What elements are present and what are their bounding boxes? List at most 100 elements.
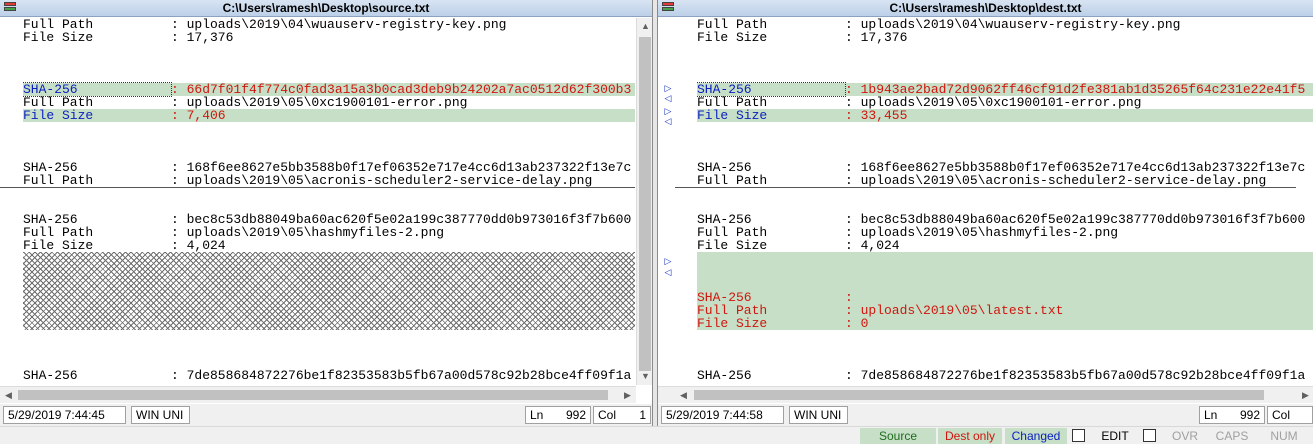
- field-value: : 4,024: [171, 238, 226, 253]
- diff-marker-icon[interactable]: ◁: [663, 267, 673, 277]
- source-status-bar: 5/29/2019 7:44:45 PM WIN UNI Ln 992 Col 1: [0, 404, 652, 426]
- blank-line[interactable]: [697, 330, 1313, 343]
- scroll-thumb[interactable]: [639, 37, 651, 371]
- ovr-checkbox[interactable]: [1143, 429, 1156, 442]
- text-line[interactable]: File Size : 4,024: [23, 239, 635, 252]
- text-line[interactable]: Full Path: uploads\2019\05\acronis-sched…: [697, 174, 1313, 187]
- field-key: File Size: [23, 108, 94, 123]
- compare-app-icon: [4, 2, 16, 14]
- text-line[interactable]: Full Path: uploads\2019\05\0xc1900101-er…: [23, 96, 635, 109]
- field-value: : 0: [845, 316, 869, 331]
- field-value: : 4,024: [845, 238, 900, 253]
- blank-line[interactable]: [697, 57, 1313, 70]
- text-line[interactable]: Full Path: uploads\2019\04\wuauserv-regi…: [697, 18, 1313, 31]
- ln-value: 992: [1239, 408, 1260, 422]
- blank-line[interactable]: [697, 343, 1313, 356]
- missing-lines-placeholder: [23, 252, 635, 330]
- scroll-thumb[interactable]: [18, 390, 608, 400]
- ovr-indicator: OVR: [1171, 429, 1198, 443]
- blank-line[interactable]: [697, 135, 1313, 148]
- blank-line[interactable]: [697, 122, 1313, 135]
- source-text-area[interactable]: Full Path: uploads\2019\04\wuauserv-regi…: [23, 18, 635, 385]
- dest-line-indicator: Ln 992: [1199, 406, 1265, 424]
- field-value: : uploads\2019\05\acronis-scheduler2-ser…: [845, 173, 1267, 188]
- field-key: Full Path: [23, 173, 94, 188]
- inserted-blank-block: [697, 252, 1313, 291]
- field-value: : 17,376: [845, 30, 908, 45]
- field-value: : 33,455: [845, 108, 908, 123]
- legend-dest-only: Dest only: [938, 428, 1002, 444]
- field-value: : uploads\2019\05\latest.txt: [845, 303, 1064, 318]
- diff-marker-icon[interactable]: ▷: [663, 83, 673, 93]
- scroll-left-arrow-icon[interactable]: ◀: [675, 387, 692, 404]
- blank-line[interactable]: [23, 122, 635, 135]
- text-line[interactable]: File Size : 0: [697, 317, 1313, 330]
- scroll-up-arrow-icon[interactable]: ▲: [637, 18, 652, 35]
- scroll-left-arrow-icon[interactable]: ◀: [0, 387, 17, 404]
- ln-label: Ln: [530, 408, 544, 422]
- blank-line[interactable]: [23, 187, 635, 200]
- text-line[interactable]: File Size: 7,406: [23, 109, 635, 122]
- source-encoding: WIN UNI: [131, 406, 190, 424]
- file-compare-window: C:\Users\ramesh\Desktop\source.txt Full …: [0, 0, 1313, 444]
- blank-line[interactable]: [697, 44, 1313, 57]
- field-key: File Size: [697, 30, 768, 45]
- dest-text-area[interactable]: Full Path: uploads\2019\04\wuauserv-regi…: [697, 18, 1313, 385]
- edit-label: EDIT: [1101, 429, 1129, 443]
- text-line[interactable]: Full Path: uploads\2019\05\latest.txt: [697, 304, 1313, 317]
- text-line[interactable]: Full Path: uploads\2019\04\wuauserv-regi…: [23, 18, 635, 31]
- text-line[interactable]: SHA-256 : 7de858684872276be1f82353583b5fb…: [697, 369, 1313, 382]
- text-line[interactable]: File Size : 17,376: [697, 31, 1313, 44]
- field-value: : 7de858684872276be1f82353583b5fb67a00d5…: [845, 368, 1306, 383]
- field-key: SHA-256: [697, 368, 752, 383]
- ln-label: Ln: [1204, 408, 1218, 422]
- dest-pane[interactable]: C:\Users\ramesh\Desktop\dest.txt ▷ ◁ ▷ ◁…: [657, 0, 1313, 426]
- text-line[interactable]: Full Path: uploads\2019\05\hashmyfiles-2…: [23, 226, 635, 239]
- dest-horizontal-scrollbar[interactable]: ◀ ▶: [658, 386, 1313, 403]
- text-line[interactable]: Full Path: uploads\2019\05\0xc1900101-er…: [697, 96, 1313, 109]
- ln-value: 992: [565, 408, 586, 422]
- blank-line[interactable]: [697, 187, 1313, 200]
- legend-status-bar: Source Only Dest only Changed EDIT OVR C…: [0, 426, 1313, 444]
- section-divider: [0, 187, 635, 188]
- blank-line[interactable]: [23, 330, 635, 343]
- diff-marker-icon[interactable]: ◁: [663, 93, 673, 103]
- source-horizontal-scrollbar[interactable]: ◀ ▶: [0, 386, 636, 403]
- scroll-right-arrow-icon[interactable]: ▶: [1297, 387, 1313, 404]
- diff-marker-icon[interactable]: ▷: [663, 106, 673, 116]
- edit-checkbox[interactable]: [1072, 429, 1085, 442]
- compare-app-icon: [662, 2, 674, 14]
- scroll-down-arrow-icon[interactable]: ▼: [637, 368, 652, 385]
- source-col-indicator: Col 1: [593, 406, 651, 424]
- field-key: File Size: [697, 316, 768, 331]
- section-divider: [675, 187, 1296, 188]
- source-line-indicator: Ln 992: [525, 406, 591, 424]
- field-key: File Size: [697, 238, 768, 253]
- text-line[interactable]: File Size: 17,376: [23, 31, 635, 44]
- legend-source-only: Source Only: [860, 428, 936, 444]
- field-value: : 17,376: [171, 30, 234, 45]
- source-vertical-scrollbar[interactable]: ▲ ▼: [636, 18, 652, 385]
- scroll-thumb[interactable]: [694, 390, 1264, 400]
- text-line[interactable]: SHA-256: 7de858684872276be1f82353583b5fb…: [23, 369, 635, 382]
- blank-line[interactable]: [23, 57, 635, 70]
- diff-marker-icon[interactable]: ▷: [663, 256, 673, 266]
- field-key: SHA-256: [23, 368, 78, 383]
- legend-changed: Changed: [1005, 428, 1067, 444]
- text-line[interactable]: File Size: 33,455: [697, 109, 1313, 122]
- text-line[interactable]: Full Path: uploads\2019\05\hashmyfiles-2…: [697, 226, 1313, 239]
- field-key: File Size: [23, 238, 94, 253]
- blank-line[interactable]: [23, 135, 635, 148]
- diff-marker-icon[interactable]: ◁: [663, 116, 673, 126]
- dest-date: 5/29/2019 7:44:58 PM: [661, 406, 784, 426]
- source-pane[interactable]: C:\Users\ramesh\Desktop\source.txt Full …: [0, 0, 653, 426]
- scroll-right-arrow-icon[interactable]: ▶: [619, 387, 636, 404]
- blank-line[interactable]: [23, 343, 635, 356]
- field-value: : uploads\2019\05\acronis-scheduler2-ser…: [171, 173, 593, 188]
- source-date: 5/29/2019 7:44:45 PM: [3, 406, 126, 426]
- dest-col-indicator: Col: [1267, 406, 1313, 424]
- text-line[interactable]: File Size : 4,024: [697, 239, 1313, 252]
- blank-line[interactable]: [23, 44, 635, 57]
- num-indicator: NUM: [1270, 429, 1298, 443]
- text-line[interactable]: Full Path : uploads\2019\05\acronis-sched…: [23, 174, 635, 187]
